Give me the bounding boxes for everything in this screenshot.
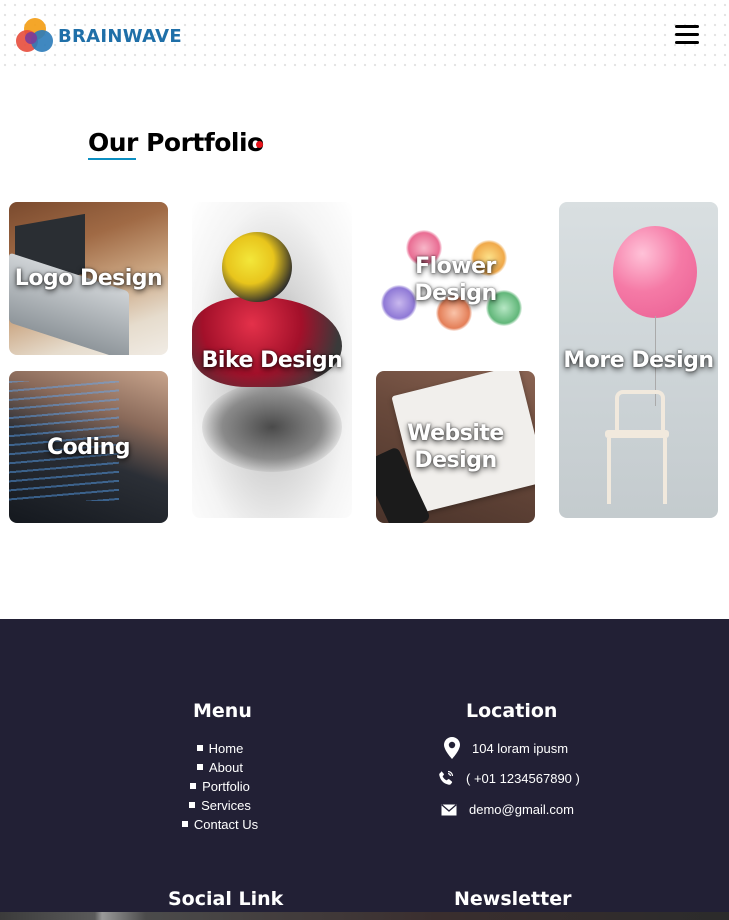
phone-text: ( +01 1234567890 ): [466, 770, 580, 786]
card-label: More Design: [563, 347, 714, 373]
portfolio-card-coding[interactable]: Coding: [9, 371, 168, 523]
card-label: Coding: [47, 434, 130, 460]
footer-menu-list: Home About Portfolio Services Contact Us: [170, 739, 270, 834]
square-bullet-icon: [190, 783, 197, 789]
square-bullet-icon: [189, 802, 196, 808]
title-accent-dot: [256, 141, 263, 148]
footer-link-contact[interactable]: Contact Us: [170, 815, 270, 834]
footer-link-about[interactable]: About: [170, 758, 270, 777]
mail-icon: [441, 803, 457, 815]
footer-link-services[interactable]: Services: [170, 796, 270, 815]
card-label: Flower Design: [414, 254, 497, 306]
helmet-image: [222, 232, 292, 302]
square-bullet-icon: [181, 821, 188, 827]
square-bullet-icon: [196, 745, 203, 751]
address-row: 104 loram ipusm: [444, 737, 568, 759]
footer-newsletter-heading: Newsletter: [454, 888, 572, 910]
brand-logo[interactable]: BRAINWAVE: [16, 18, 182, 54]
portfolio-card-logo-design[interactable]: Logo Design: [9, 202, 168, 355]
balloon-image: [613, 226, 697, 318]
portfolio-card-website-design[interactable]: Website Design: [376, 371, 535, 523]
email-row[interactable]: demo@gmail.com: [441, 802, 574, 817]
phone-row[interactable]: ( +01 1234567890 ): [438, 770, 580, 786]
footer-link-portfolio[interactable]: Portfolio: [170, 777, 270, 796]
map-pin-icon: [444, 737, 460, 759]
square-bullet-icon: [197, 764, 203, 770]
portfolio-card-flower-design[interactable]: Flower Design: [376, 220, 535, 340]
site-footer: Menu Home About Portfolio Services Conta…: [0, 619, 729, 920]
portfolio-card-more-design[interactable]: More Design: [559, 202, 718, 518]
motorbike-image: [192, 297, 342, 387]
card-label: Website Design: [407, 421, 504, 473]
phone-icon: [439, 770, 454, 785]
portfolio-title: Our Portfolio: [88, 128, 264, 157]
site-header: BRAINWAVE: [0, 0, 729, 70]
portfolio-card-bike-design[interactable]: Bike Design: [192, 202, 352, 518]
brand-name: BRAINWAVE: [58, 25, 182, 47]
footer-link-home[interactable]: Home: [170, 739, 270, 758]
hamburger-menu-icon[interactable]: [675, 25, 699, 47]
address-text: 104 loram ipusm: [472, 740, 569, 756]
chair-image: [615, 390, 665, 430]
card-label: Logo Design: [14, 266, 163, 291]
card-label: Bike Design: [201, 347, 343, 373]
logo-circles-icon: [16, 18, 54, 54]
footer-social-heading: Social Link: [168, 888, 284, 910]
bottom-image-strip: [0, 912, 729, 920]
email-text: demo@gmail.com: [469, 802, 574, 817]
footer-menu-heading: Menu: [193, 700, 252, 722]
footer-location-heading: Location: [466, 700, 558, 722]
title-underline: [88, 158, 136, 160]
